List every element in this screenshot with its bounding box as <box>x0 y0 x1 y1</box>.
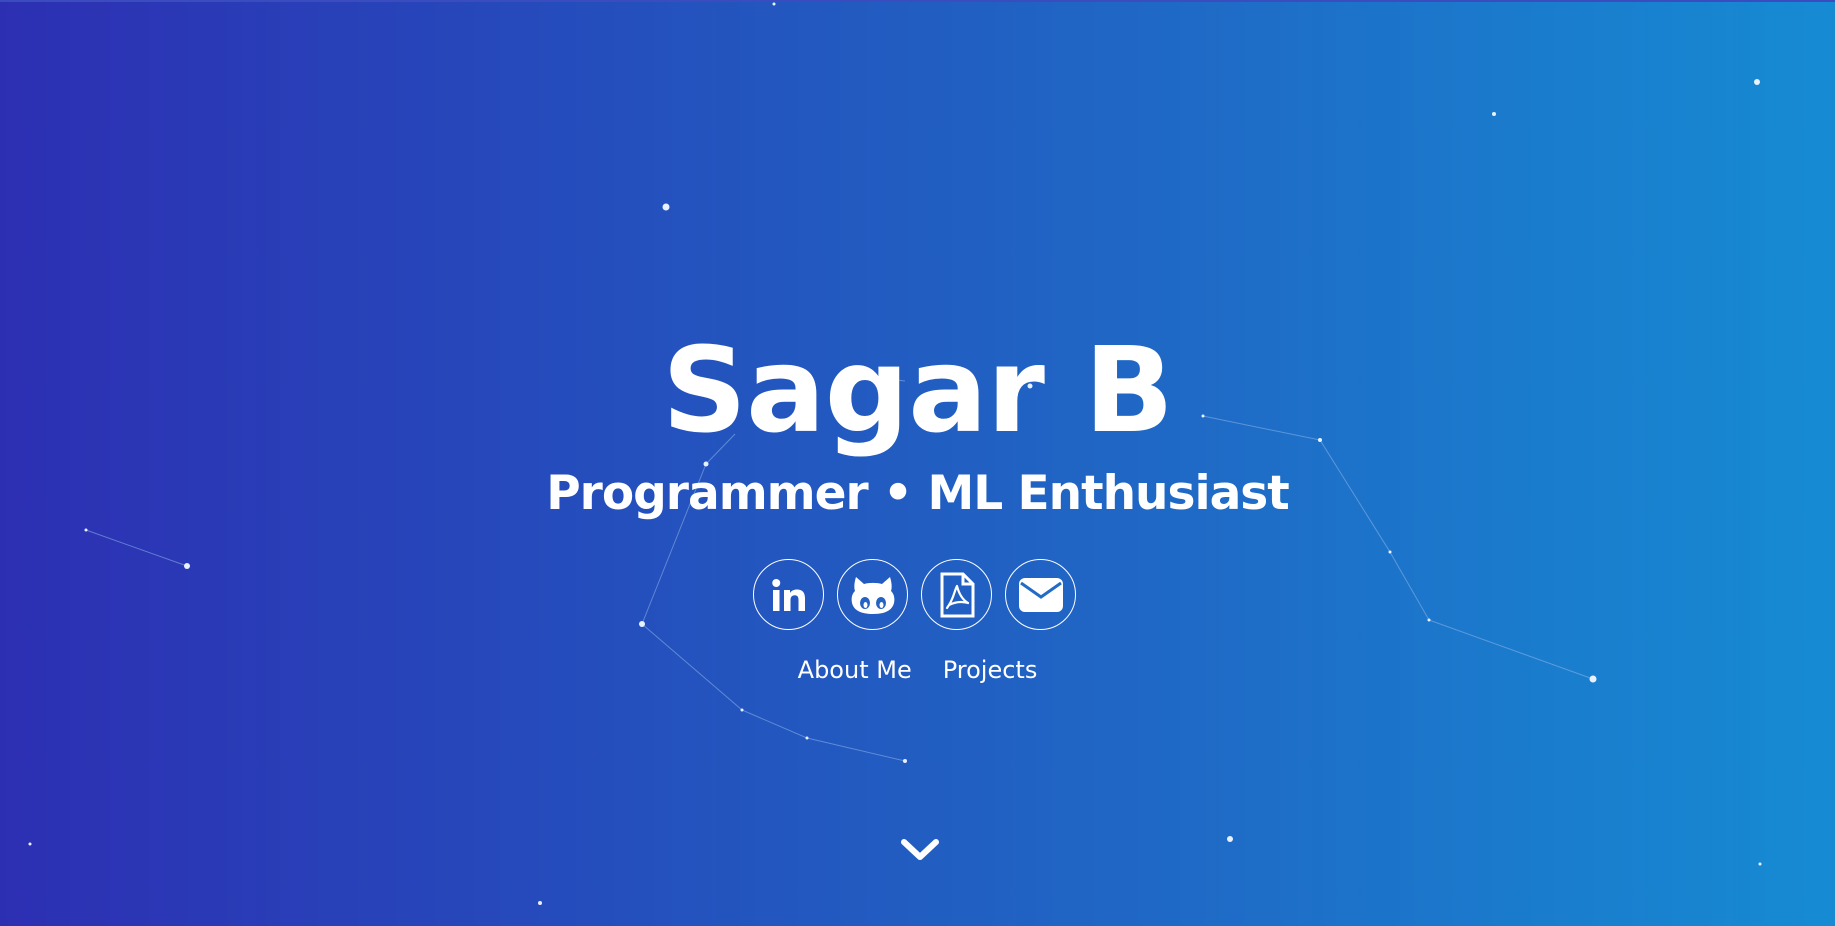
linkedin-button[interactable] <box>753 559 824 630</box>
github-button[interactable] <box>837 559 908 630</box>
resume-button[interactable] <box>921 559 992 630</box>
pdf-icon <box>940 572 974 617</box>
github-icon <box>851 576 894 614</box>
hero-content: Sagar B Programmer • ML Enthusiast About… <box>0 0 1835 926</box>
linkedin-icon <box>771 578 805 611</box>
envelope-icon <box>1018 577 1063 612</box>
scroll-down-button[interactable] <box>900 836 940 864</box>
hero-nav: About Me Projects <box>0 652 1835 688</box>
hero-section: Sagar B Programmer • ML Enthusiast About… <box>0 0 1835 926</box>
about-me-link[interactable]: About Me <box>798 652 912 688</box>
tagline: Programmer • ML Enthusiast <box>546 466 1290 521</box>
social-links <box>753 559 1087 633</box>
email-button[interactable] <box>1005 559 1076 630</box>
page-title: Sagar B <box>662 321 1174 459</box>
projects-link[interactable]: Projects <box>943 652 1038 688</box>
chevron-down-icon <box>901 839 939 860</box>
